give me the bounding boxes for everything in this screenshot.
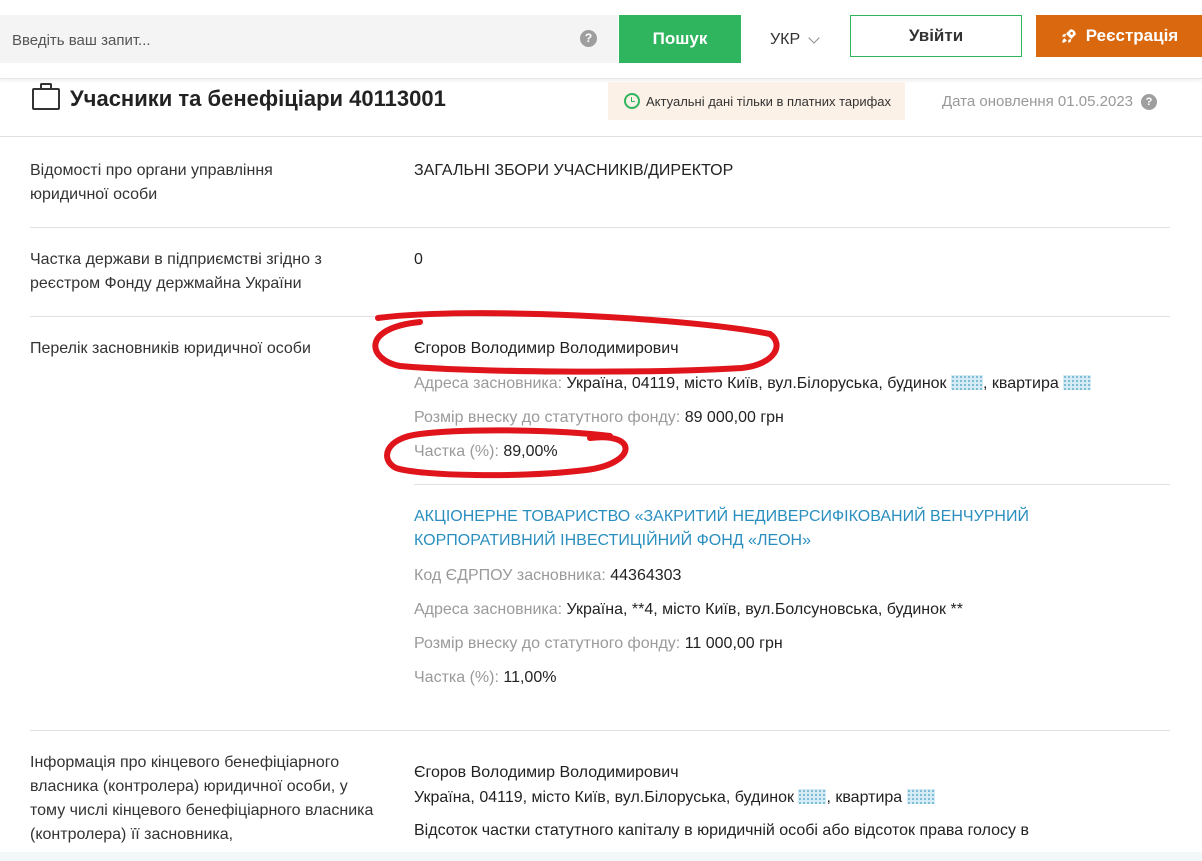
founder2-contribution: Розмір внеску до статутного фонду: 11 00…	[414, 632, 783, 656]
top-bar: ? Пошук УКР Увійти Реєстрація	[0, 0, 1202, 79]
search-button[interactable]: Пошук	[619, 15, 741, 63]
register-button[interactable]: Реєстрація	[1036, 15, 1202, 57]
language-selector[interactable]: УКР	[770, 28, 820, 52]
search-help-icon[interactable]: ?	[580, 30, 597, 47]
paid-data-notice[interactable]: Актуальні дані тільки в платних тарифах	[608, 82, 906, 120]
founder2-address-value: Україна, **4, місто Київ, вул.Болсуновсь…	[566, 601, 963, 618]
founder2-code: Код ЄДРПОУ засновника: 44364303	[414, 564, 681, 588]
beneficiary-address-value: Україна, 04119, місто Київ, вул.Білорусь…	[414, 789, 794, 806]
founder2-address-label: Адреса засновника:	[414, 601, 563, 618]
search-input[interactable]	[10, 15, 574, 65]
language-label: УКР	[770, 31, 801, 48]
founders-label: Перелік засновників юридичної особи	[30, 340, 311, 357]
management-value: ЗАГАЛЬНІ ЗБОРИ УЧАСНИКІВ/ДИРЕКТОР	[414, 162, 734, 179]
founder-divider	[414, 484, 1170, 485]
redacted-mark	[906, 789, 935, 804]
founder1-name: Єгоров Володимир Володимирович	[414, 340, 679, 357]
notice-text: Актуальні дані тільки в платних тарифах	[646, 93, 892, 109]
login-button[interactable]: Увійти	[850, 15, 1022, 57]
state-share-value: 0	[414, 251, 423, 268]
founder2-code-label: Код ЄДРПОУ засновника:	[414, 567, 606, 584]
founder1-share-label: Частка (%):	[414, 443, 499, 460]
founder1-contribution: Розмір внеску до статутного фонду: 89 00…	[414, 406, 784, 430]
founder1-contribution-value: 89 000,00 грн	[684, 409, 784, 426]
founder2-share-label: Частка (%):	[414, 669, 499, 686]
founder1-contribution-label: Розмір внеску до статутного фонду:	[414, 409, 681, 426]
section-header: Учасники та бенефіціари 40113001 Актуаль…	[0, 80, 1202, 137]
chevron-down-icon	[808, 31, 820, 44]
founder2-share: Частка (%): 11,00%	[414, 666, 556, 690]
search-box	[0, 15, 618, 65]
update-date: Дата оновлення 01.05.2023 ?	[942, 93, 1158, 110]
beneficiary-name: Єгоров Володимир Володимирович	[414, 764, 679, 781]
register-label: Реєстрація	[1085, 26, 1179, 45]
founder1-share: Частка (%): 89,00%	[414, 440, 558, 464]
founder2-contribution-label: Розмір внеску до статутного фонду:	[414, 635, 681, 652]
beneficiary-share-note: Відсоток частки статутного капіталу в юр…	[414, 822, 1029, 839]
beneficiary-apartment: квартира	[835, 789, 903, 806]
founder2-link[interactable]: АКЦІОНЕРНЕ ТОВАРИСТВО «ЗАКРИТИЙ НЕДИВЕРС…	[414, 505, 1074, 553]
state-share-label: Частка держави в підприємстві згідно з р…	[30, 251, 322, 292]
redacted-mark	[951, 375, 983, 390]
row-management: Відомості про органи управління юридично…	[30, 136, 1170, 228]
update-date-text: Дата оновлення 01.05.2023	[942, 93, 1134, 110]
redacted-mark	[798, 789, 827, 804]
redacted-mark	[1063, 375, 1092, 390]
founder2-share-value: 11,00%	[503, 669, 557, 686]
clock-icon	[624, 93, 640, 109]
founder2-code-value: 44364303	[610, 567, 682, 584]
founder1-apartment: квартира	[991, 375, 1059, 392]
founder2-contribution-value: 11 000,00 грн	[684, 635, 783, 652]
founder1-address-label: Адреса засновника:	[414, 375, 563, 392]
row-state-share: Частка держави в підприємстві згідно з р…	[30, 228, 1170, 317]
rocket-icon	[1062, 29, 1076, 43]
page-title: Учасники та бенефіціари 40113001	[70, 86, 446, 111]
row-founders: Перелік засновників юридичної особи Єгор…	[30, 317, 1170, 731]
beneficiary-label: Інформація про кінцевого бенефіціарного …	[30, 754, 374, 843]
update-help-icon[interactable]: ?	[1141, 93, 1158, 110]
bottom-bar	[0, 852, 1202, 861]
founder1-address: Адреса засновника: Україна, 04119, місто…	[414, 372, 1092, 396]
beneficiary-address: Україна, 04119, місто Київ, вул.Білорусь…	[414, 786, 935, 810]
founder2-address: Адреса засновника: Україна, **4, місто К…	[414, 598, 963, 622]
founder1-share-value: 89,00%	[503, 443, 558, 460]
row-beneficiary: Інформація про кінцевого бенефіціарного …	[30, 731, 1170, 852]
management-label: Відомості про органи управління юридично…	[30, 162, 273, 203]
founder1-address-value: Україна, 04119, місто Київ, вул.Білорусь…	[566, 375, 947, 392]
briefcase-icon	[32, 83, 60, 110]
